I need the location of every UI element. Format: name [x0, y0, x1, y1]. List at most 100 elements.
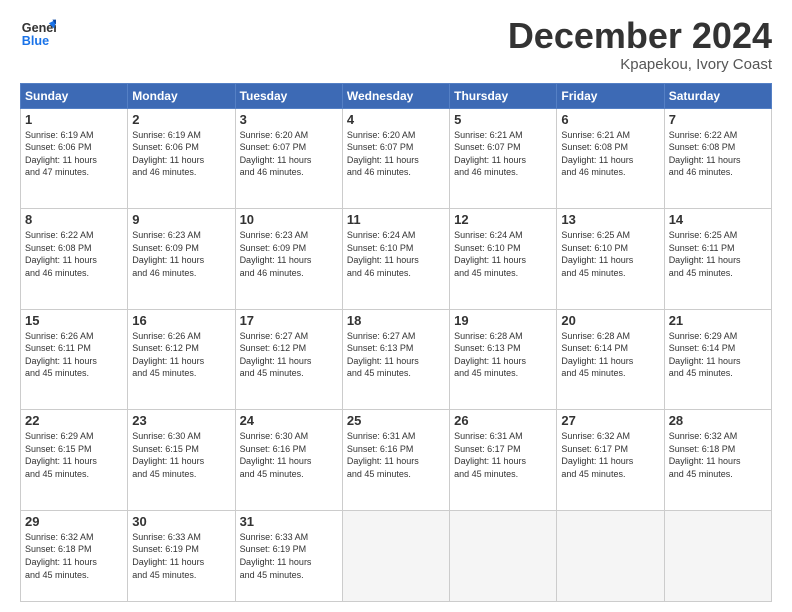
day-number: 14: [669, 212, 767, 227]
day-info: Sunrise: 6:26 AM Sunset: 6:12 PM Dayligh…: [132, 330, 230, 380]
page: General Blue December 2024 Kpapekou, Ivo…: [0, 0, 792, 612]
svg-text:Blue: Blue: [22, 34, 49, 48]
calendar-week-row: 8 Sunrise: 6:22 AM Sunset: 6:08 PM Daylig…: [21, 209, 772, 310]
day-info: Sunrise: 6:22 AM Sunset: 6:08 PM Dayligh…: [669, 129, 767, 179]
day-number: 29: [25, 514, 123, 529]
calendar-day-cell: [450, 510, 557, 601]
day-number: 2: [132, 112, 230, 127]
calendar-day-cell: 31 Sunrise: 6:33 AM Sunset: 6:19 PM Dayli…: [235, 510, 342, 601]
day-number: 5: [454, 112, 552, 127]
day-info: Sunrise: 6:27 AM Sunset: 6:12 PM Dayligh…: [240, 330, 338, 380]
day-number: 6: [561, 112, 659, 127]
calendar-header-tuesday: Tuesday: [235, 83, 342, 108]
calendar-day-cell: 2 Sunrise: 6:19 AM Sunset: 6:06 PM Daylig…: [128, 108, 235, 209]
calendar-day-cell: 16 Sunrise: 6:26 AM Sunset: 6:12 PM Dayli…: [128, 309, 235, 410]
day-info: Sunrise: 6:21 AM Sunset: 6:08 PM Dayligh…: [561, 129, 659, 179]
day-number: 21: [669, 313, 767, 328]
calendar-header-wednesday: Wednesday: [342, 83, 449, 108]
day-number: 10: [240, 212, 338, 227]
day-number: 8: [25, 212, 123, 227]
day-info: Sunrise: 6:25 AM Sunset: 6:11 PM Dayligh…: [669, 229, 767, 279]
day-info: Sunrise: 6:23 AM Sunset: 6:09 PM Dayligh…: [132, 229, 230, 279]
calendar-day-cell: [664, 510, 771, 601]
calendar-day-cell: 17 Sunrise: 6:27 AM Sunset: 6:12 PM Dayli…: [235, 309, 342, 410]
day-info: Sunrise: 6:28 AM Sunset: 6:13 PM Dayligh…: [454, 330, 552, 380]
calendar-table: SundayMondayTuesdayWednesdayThursdayFrid…: [20, 83, 772, 602]
day-info: Sunrise: 6:32 AM Sunset: 6:18 PM Dayligh…: [25, 531, 123, 581]
calendar-header-row: SundayMondayTuesdayWednesdayThursdayFrid…: [21, 83, 772, 108]
calendar-day-cell: [557, 510, 664, 601]
header: General Blue December 2024 Kpapekou, Ivo…: [20, 16, 772, 73]
day-number: 26: [454, 413, 552, 428]
calendar-day-cell: 24 Sunrise: 6:30 AM Sunset: 6:16 PM Dayli…: [235, 410, 342, 511]
calendar-day-cell: 27 Sunrise: 6:32 AM Sunset: 6:17 PM Dayli…: [557, 410, 664, 511]
day-info: Sunrise: 6:25 AM Sunset: 6:10 PM Dayligh…: [561, 229, 659, 279]
day-number: 22: [25, 413, 123, 428]
title-block: December 2024 Kpapekou, Ivory Coast: [508, 16, 772, 73]
day-number: 20: [561, 313, 659, 328]
day-info: Sunrise: 6:31 AM Sunset: 6:16 PM Dayligh…: [347, 430, 445, 480]
calendar-header-monday: Monday: [128, 83, 235, 108]
day-number: 27: [561, 413, 659, 428]
calendar-day-cell: [342, 510, 449, 601]
day-info: Sunrise: 6:20 AM Sunset: 6:07 PM Dayligh…: [347, 129, 445, 179]
day-info: Sunrise: 6:30 AM Sunset: 6:16 PM Dayligh…: [240, 430, 338, 480]
calendar-week-row: 29 Sunrise: 6:32 AM Sunset: 6:18 PM Dayli…: [21, 510, 772, 601]
day-number: 25: [347, 413, 445, 428]
day-number: 16: [132, 313, 230, 328]
calendar-day-cell: 19 Sunrise: 6:28 AM Sunset: 6:13 PM Dayli…: [450, 309, 557, 410]
day-info: Sunrise: 6:22 AM Sunset: 6:08 PM Dayligh…: [25, 229, 123, 279]
calendar-day-cell: 13 Sunrise: 6:25 AM Sunset: 6:10 PM Dayli…: [557, 209, 664, 310]
day-number: 13: [561, 212, 659, 227]
day-info: Sunrise: 6:29 AM Sunset: 6:14 PM Dayligh…: [669, 330, 767, 380]
day-number: 24: [240, 413, 338, 428]
calendar-day-cell: 28Sunrise: 6:32 AM Sunset: 6:18 PM Dayli…: [664, 410, 771, 511]
day-info: Sunrise: 6:30 AM Sunset: 6:15 PM Dayligh…: [132, 430, 230, 480]
calendar-day-cell: 8 Sunrise: 6:22 AM Sunset: 6:08 PM Daylig…: [21, 209, 128, 310]
calendar-day-cell: 26 Sunrise: 6:31 AM Sunset: 6:17 PM Dayli…: [450, 410, 557, 511]
calendar-day-cell: 18Sunrise: 6:27 AM Sunset: 6:13 PM Dayli…: [342, 309, 449, 410]
calendar-day-cell: 11Sunrise: 6:24 AM Sunset: 6:10 PM Dayli…: [342, 209, 449, 310]
logo: General Blue: [20, 16, 60, 52]
day-info: Sunrise: 6:32 AM Sunset: 6:18 PM Dayligh…: [669, 430, 767, 480]
day-number: 15: [25, 313, 123, 328]
location: Kpapekou, Ivory Coast: [508, 56, 772, 73]
day-number: 7: [669, 112, 767, 127]
day-info: Sunrise: 6:26 AM Sunset: 6:11 PM Dayligh…: [25, 330, 123, 380]
day-number: 4: [347, 112, 445, 127]
day-number: 19: [454, 313, 552, 328]
day-info: Sunrise: 6:28 AM Sunset: 6:14 PM Dayligh…: [561, 330, 659, 380]
day-number: 31: [240, 514, 338, 529]
day-info: Sunrise: 6:24 AM Sunset: 6:10 PM Dayligh…: [454, 229, 552, 279]
day-number: 18: [347, 313, 445, 328]
calendar-day-cell: 3Sunrise: 6:20 AM Sunset: 6:07 PM Daylig…: [235, 108, 342, 209]
day-info: Sunrise: 6:19 AM Sunset: 6:06 PM Dayligh…: [132, 129, 230, 179]
day-number: 23: [132, 413, 230, 428]
calendar-week-row: 22Sunrise: 6:29 AM Sunset: 6:15 PM Dayli…: [21, 410, 772, 511]
day-info: Sunrise: 6:19 AM Sunset: 6:06 PM Dayligh…: [25, 129, 123, 179]
calendar-header-saturday: Saturday: [664, 83, 771, 108]
calendar-day-cell: 14 Sunrise: 6:25 AM Sunset: 6:11 PM Dayli…: [664, 209, 771, 310]
day-info: Sunrise: 6:31 AM Sunset: 6:17 PM Dayligh…: [454, 430, 552, 480]
calendar-day-cell: 12 Sunrise: 6:24 AM Sunset: 6:10 PM Dayli…: [450, 209, 557, 310]
month-title: December 2024: [508, 16, 772, 56]
day-number: 3: [240, 112, 338, 127]
calendar-header-friday: Friday: [557, 83, 664, 108]
calendar-day-cell: 9Sunrise: 6:23 AM Sunset: 6:09 PM Daylig…: [128, 209, 235, 310]
calendar-day-cell: 4 Sunrise: 6:20 AM Sunset: 6:07 PM Daylig…: [342, 108, 449, 209]
calendar-day-cell: 23 Sunrise: 6:30 AM Sunset: 6:15 PM Dayli…: [128, 410, 235, 511]
calendar-day-cell: 30Sunrise: 6:33 AM Sunset: 6:19 PM Dayli…: [128, 510, 235, 601]
calendar-day-cell: 15 Sunrise: 6:26 AM Sunset: 6:11 PM Dayli…: [21, 309, 128, 410]
day-info: Sunrise: 6:33 AM Sunset: 6:19 PM Dayligh…: [132, 531, 230, 581]
calendar-header-thursday: Thursday: [450, 83, 557, 108]
calendar-day-cell: 21 Sunrise: 6:29 AM Sunset: 6:14 PM Dayli…: [664, 309, 771, 410]
day-info: Sunrise: 6:23 AM Sunset: 6:09 PM Dayligh…: [240, 229, 338, 279]
calendar-day-cell: 6 Sunrise: 6:21 AM Sunset: 6:08 PM Daylig…: [557, 108, 664, 209]
logo-icon: General Blue: [20, 16, 56, 52]
day-info: Sunrise: 6:33 AM Sunset: 6:19 PM Dayligh…: [240, 531, 338, 581]
calendar-week-row: 1Sunrise: 6:19 AM Sunset: 6:06 PM Daylig…: [21, 108, 772, 209]
day-number: 17: [240, 313, 338, 328]
day-info: Sunrise: 6:21 AM Sunset: 6:07 PM Dayligh…: [454, 129, 552, 179]
day-info: Sunrise: 6:32 AM Sunset: 6:17 PM Dayligh…: [561, 430, 659, 480]
day-number: 12: [454, 212, 552, 227]
